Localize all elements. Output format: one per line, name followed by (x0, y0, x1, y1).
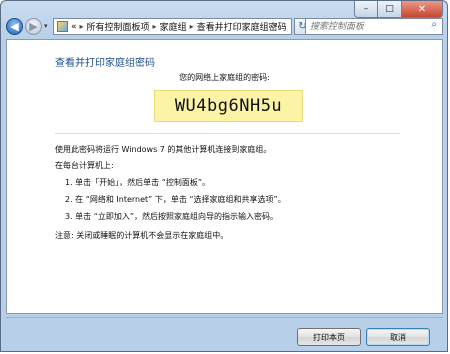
caption-buttons: – □ ✕ (354, 1, 443, 18)
address-overflow-chevron[interactable]: « (71, 22, 77, 32)
search-input[interactable] (305, 18, 443, 35)
step-item: 1. 单击「开始」，然后单击 “控制面板”。 (65, 178, 211, 187)
intro-text: 使用此密码将运行 Windows 7 的其他计算机连接到家庭组。 (55, 145, 272, 154)
forward-button[interactable]: ▶ (25, 18, 42, 35)
print-page-button[interactable]: 打印本页 (297, 328, 361, 346)
search-icon[interactable]: ⌕ (431, 19, 437, 30)
step-item: 3. 单击 “立即加入”，然后按照家庭组向导的指示输入密码。 (65, 212, 279, 221)
minimize-button[interactable]: – (354, 1, 378, 18)
divider (55, 133, 400, 134)
address-separator[interactable]: ▸ (190, 22, 194, 31)
address-bar[interactable]: « ▸ 所有控制面板项 ▸ 家庭组 ▸ 查看并打印家庭组密码 ▾ (53, 18, 292, 35)
each-computer-heading: 在每台计算机上: (55, 161, 114, 170)
control-panel-icon (57, 21, 68, 32)
address-separator[interactable]: ▸ (153, 22, 157, 31)
back-button[interactable]: ◀ (6, 18, 23, 35)
footer-divider (6, 317, 443, 318)
recent-pages-dropdown[interactable]: ▾ (44, 22, 48, 30)
close-button[interactable]: ✕ (402, 1, 443, 18)
breadcrumb-all-items[interactable]: 所有控制面板项 (87, 20, 150, 33)
homegroup-password: WU4bg6NH5u (154, 90, 303, 122)
breadcrumb-homegroup[interactable]: 家庭组 (160, 20, 187, 33)
address-separator[interactable]: ▸ (80, 22, 84, 31)
step-item: 2. 在 “网络和 Internet” 下，单击 “选择家庭组和共享选项”。 (65, 195, 286, 204)
maximize-button[interactable]: □ (378, 1, 402, 18)
control-panel-window: – □ ✕ ◀ ▶ ▾ « ▸ 所有控制面板项 ▸ 家庭组 ▸ 查看并打印家庭组… (0, 0, 448, 352)
address-dropdown-icon[interactable]: ▾ (273, 22, 277, 30)
cancel-button[interactable]: 取消 (366, 328, 430, 346)
note-text: 注意: 关闭或睡眠的计算机不会显示在家庭组中。 (55, 231, 229, 240)
page-title: 查看并打印家庭组密码 (55, 58, 155, 69)
password-label: 您的网络上家庭组的密码: (179, 73, 270, 82)
main-content: 查看并打印家庭组密码 您的网络上家庭组的密码: WU4bg6NH5u 使用此密码… (6, 39, 443, 314)
